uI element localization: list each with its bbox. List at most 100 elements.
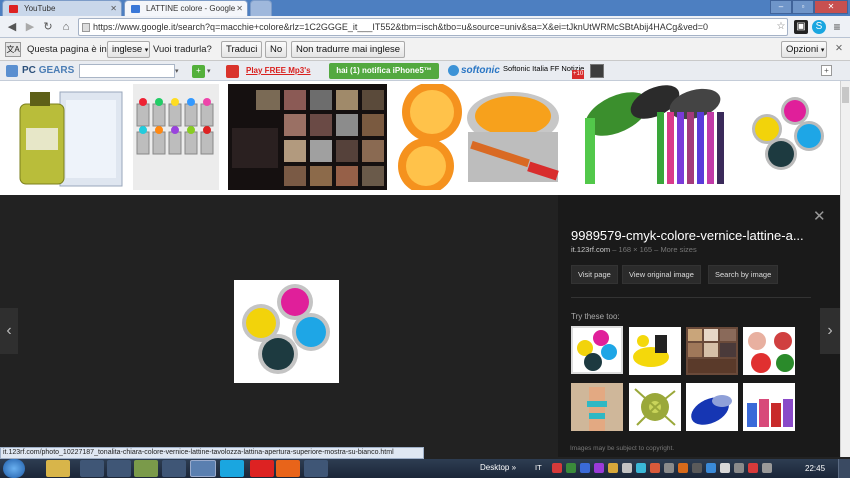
related-thumb[interactable] <box>629 327 681 375</box>
oil-can-image <box>19 91 123 187</box>
app-icon[interactable] <box>80 460 104 477</box>
iphone-notify-button[interactable]: hai (1) notifica iPhone5™ <box>329 63 439 79</box>
chevron-right-icon: » <box>509 463 517 472</box>
ff-icon[interactable] <box>590 64 604 78</box>
app-icon[interactable] <box>134 460 158 477</box>
tab-youtube[interactable]: YouTube ✕ <box>2 0 122 16</box>
reload-icon[interactable]: ↻ <box>40 19 56 35</box>
tray-icon[interactable] <box>720 463 730 473</box>
network-icon[interactable] <box>734 463 744 473</box>
translate-button[interactable]: Traduci <box>221 41 263 58</box>
result-thumb-oil[interactable] <box>10 84 128 190</box>
chevron-left-icon[interactable]: ‹ <box>0 308 18 354</box>
result-thumb-orange[interactable] <box>398 84 565 190</box>
language-select[interactable]: inglese ▾ <box>107 41 150 58</box>
related-thumb[interactable] <box>571 326 623 374</box>
close-tab-icon[interactable]: ✕ <box>236 1 243 16</box>
expand-icon[interactable]: + <box>821 65 832 76</box>
close-icon[interactable]: ✕ <box>813 207 826 225</box>
address-bar[interactable]: https://www.google.it/search?q=macchie+c… <box>78 18 788 36</box>
tray-icon[interactable] <box>552 463 562 473</box>
powerpoint-icon[interactable] <box>276 460 300 477</box>
splash-image <box>634 388 676 426</box>
close-tab-icon[interactable]: ✕ <box>110 1 117 16</box>
maximize-icon[interactable]: ▫ <box>792 0 814 14</box>
tray-icon[interactable] <box>748 463 758 473</box>
chevron-down-icon[interactable]: ▾ <box>207 64 211 80</box>
tray-icon[interactable] <box>580 463 590 473</box>
desktop-toolbar[interactable]: Desktop » <box>480 463 516 472</box>
tray-icon[interactable] <box>692 463 702 473</box>
try-these-label: Try these too: <box>571 312 620 321</box>
related-thumb[interactable] <box>686 383 738 431</box>
result-thumb-spraycans[interactable] <box>133 84 219 190</box>
tray-icon[interactable] <box>678 463 688 473</box>
minimize-icon[interactable]: – <box>770 0 792 14</box>
tray-icon[interactable] <box>622 463 632 473</box>
no-button[interactable]: No <box>265 41 288 58</box>
chevron-right-icon[interactable]: › <box>820 308 840 354</box>
window-controls: – ▫ ✕ <box>770 0 848 14</box>
skype-icon[interactable]: S <box>812 20 826 34</box>
play-mp3-link[interactable]: Play FREE Mp3's <box>246 63 311 79</box>
related-thumb[interactable] <box>743 327 795 375</box>
softonic-link[interactable]: softonic <box>461 63 500 79</box>
address-text: https://www.google.it/search?q=macchie+c… <box>93 22 709 32</box>
related-thumb[interactable] <box>571 383 623 431</box>
image-preview-panel: ‹ ✕ 9989579-cmyk-colore-vernice-lattine-… <box>0 195 840 457</box>
star-icon[interactable]: ☆ <box>774 20 788 34</box>
extension-icon[interactable]: ▣ <box>794 20 808 34</box>
gear-icon[interactable] <box>6 65 18 77</box>
language-indicator[interactable]: IT <box>535 463 542 472</box>
result-thumb-cmyk[interactable] <box>745 94 831 180</box>
tray-icon[interactable] <box>608 463 618 473</box>
clock[interactable]: 22:45 <box>805 464 825 473</box>
view-original-button[interactable]: View original image <box>622 265 701 284</box>
close-window-icon[interactable]: ✕ <box>814 0 848 14</box>
tray-icon[interactable] <box>650 463 660 473</box>
visit-page-button[interactable]: Visit page <box>571 265 618 284</box>
forward-icon[interactable]: ▶ <box>22 19 38 35</box>
result-thumb-green[interactable] <box>575 84 737 190</box>
add-icon[interactable]: + <box>192 65 205 78</box>
results-strip <box>0 81 840 195</box>
explorer-icon[interactable] <box>46 460 70 477</box>
opera-icon[interactable] <box>250 460 274 477</box>
start-button[interactable] <box>3 459 25 478</box>
volume-icon[interactable] <box>762 463 772 473</box>
new-tab-button[interactable] <box>250 0 272 16</box>
brand-pc: PC <box>22 65 36 76</box>
related-thumb[interactable] <box>629 383 681 431</box>
search-by-image-button[interactable]: Search by image <box>708 265 779 284</box>
app-icon[interactable] <box>107 460 131 477</box>
extensions-bar: PC GEARS ▾ + ▾ Play FREE Mp3's hai (1) n… <box>0 61 850 81</box>
tray-icon[interactable] <box>566 463 576 473</box>
tray-icon[interactable] <box>664 463 674 473</box>
pcgears-logo[interactable]: PC GEARS <box>22 63 74 79</box>
menu-icon[interactable]: ≡ <box>830 20 844 34</box>
home-icon[interactable]: ⌂ <box>58 19 74 35</box>
app-icon[interactable] <box>162 460 186 477</box>
chevron-down-icon[interactable]: ▾ <box>175 64 184 78</box>
close-icon[interactable]: ✕ <box>835 43 843 54</box>
show-desktop-button[interactable] <box>838 459 850 478</box>
related-thumb[interactable] <box>743 383 795 431</box>
related-thumb[interactable] <box>686 327 738 375</box>
options-button[interactable]: Opzioni ▾ <box>781 41 827 58</box>
result-thumb-collage[interactable] <box>228 84 387 190</box>
app-icon[interactable] <box>304 460 328 477</box>
image-title[interactable]: 9989579-cmyk-colore-vernice-lattine-a... <box>571 228 804 243</box>
tray-icon[interactable] <box>636 463 646 473</box>
tray-icon[interactable] <box>706 463 716 473</box>
tab-lattine[interactable]: LATTINE colore - Google ✕ <box>124 0 248 16</box>
source-domain[interactable]: it.123rf.com <box>571 245 610 254</box>
scrollbar-thumb[interactable] <box>842 87 849 103</box>
preview-image[interactable] <box>234 280 339 383</box>
never-translate-button[interactable]: Non tradurre mai inglese <box>291 41 406 58</box>
back-icon[interactable]: ◀ <box>4 19 20 35</box>
skype-icon[interactable] <box>220 460 244 477</box>
toolbar-search-input[interactable] <box>79 64 175 78</box>
chrome-icon[interactable] <box>190 460 216 477</box>
tray-icon[interactable] <box>594 463 604 473</box>
page-scrollbar[interactable] <box>840 81 850 457</box>
